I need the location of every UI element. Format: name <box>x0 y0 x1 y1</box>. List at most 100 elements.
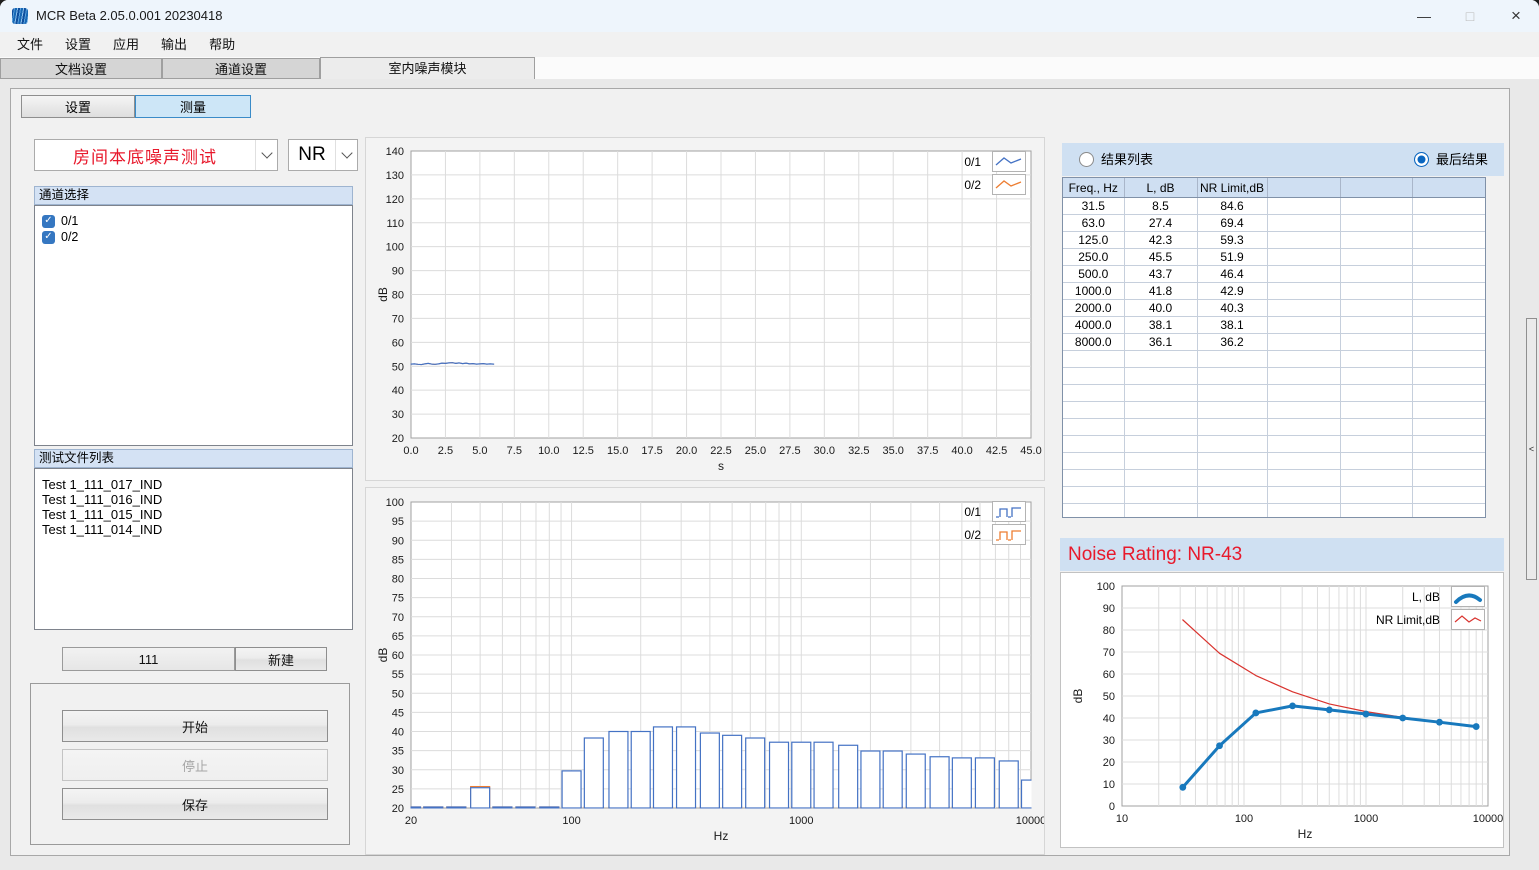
tab-document-settings[interactable]: 文档设置 <box>0 58 162 79</box>
menu-application[interactable]: 应用 <box>102 32 150 57</box>
svg-text:100: 100 <box>386 242 404 254</box>
window-title: MCR Beta 2.05.0.001 20230418 <box>36 0 222 32</box>
svg-text:10.0: 10.0 <box>538 445 559 457</box>
col-freq: Freq., Hz <box>1063 178 1124 198</box>
list-item[interactable]: Test 1_111_017_IND <box>35 477 352 492</box>
result-mode-strip: 结果列表 最后结果 <box>1062 143 1504 176</box>
noise-rating-chart[interactable]: 010203040506070809010010100100010000HzdB… <box>1060 572 1504 848</box>
legend-step-icon <box>992 501 1026 522</box>
legend-row: 0/1 <box>964 151 1026 172</box>
rating-type-value: NR <box>289 140 335 170</box>
svg-text:s: s <box>718 459 724 473</box>
svg-text:80: 80 <box>392 574 404 586</box>
channel-checkbox[interactable]: ✓ <box>42 231 55 244</box>
combo-dropdown-button[interactable] <box>255 140 277 170</box>
channel-list[interactable]: ✓ 0/1 ✓ 0/2 <box>34 205 353 446</box>
menu-settings[interactable]: 设置 <box>54 32 102 57</box>
tab-strip: 文档设置 通道设置 室内噪声模块 <box>0 57 1539 79</box>
radio-result-list[interactable] <box>1079 152 1094 167</box>
title-bar: MCR Beta 2.05.0.001 20230418 — □ × <box>0 0 1539 32</box>
svg-text:22.5: 22.5 <box>710 445 731 457</box>
svg-text:30: 30 <box>1103 735 1115 747</box>
time-history-chart[interactable]: 20304050607080901001101201301400.02.55.0… <box>365 137 1045 481</box>
menu-file[interactable]: 文件 <box>6 32 54 57</box>
svg-text:dB: dB <box>1071 689 1085 704</box>
svg-text:Hz: Hz <box>714 829 729 843</box>
svg-text:25.0: 25.0 <box>745 445 766 457</box>
legend-row: NR Limit,dB <box>1376 609 1485 630</box>
svg-text:10000: 10000 <box>1473 813 1503 825</box>
legend-row: L, dB <box>1376 586 1485 607</box>
table-row[interactable]: 500.043.746.4 <box>1063 266 1486 283</box>
new-button[interactable]: 新建 <box>235 647 327 671</box>
svg-text:5.0: 5.0 <box>472 445 487 457</box>
list-item[interactable]: Test 1_111_016_IND <box>35 492 352 507</box>
combo-dropdown-button[interactable] <box>335 140 357 170</box>
save-button[interactable]: 保存 <box>62 788 328 820</box>
svg-text:Hz: Hz <box>1298 827 1313 841</box>
svg-text:32.5: 32.5 <box>848 445 869 457</box>
table-row[interactable]: 8000.036.136.2 <box>1063 334 1486 351</box>
legend-label: 0/2 <box>964 178 981 192</box>
maximize-button[interactable]: □ <box>1447 0 1493 32</box>
channel-label: 0/2 <box>61 230 78 244</box>
start-button[interactable]: 开始 <box>62 710 328 742</box>
menu-bar: 文件 设置 应用 输出 帮助 <box>0 32 1539 57</box>
legend-row: 0/2 <box>964 174 1026 195</box>
table-row[interactable]: 2000.040.040.3 <box>1063 300 1486 317</box>
channel-row[interactable]: ✓ 0/1 <box>35 213 352 229</box>
svg-text:65: 65 <box>392 631 404 643</box>
files-section-header: 测试文件列表 <box>34 449 353 468</box>
legend-thin-zigzag-icon <box>1451 609 1485 630</box>
svg-text:20.0: 20.0 <box>676 445 697 457</box>
svg-text:15.0: 15.0 <box>607 445 628 457</box>
svg-text:100: 100 <box>562 815 580 827</box>
legend-zigzag-icon <box>992 151 1026 172</box>
test-type-combobox[interactable]: 房间本底噪声测试 <box>34 139 278 171</box>
panel-collapse-handle[interactable]: < <box>1526 318 1537 580</box>
tab-channel-settings[interactable]: 通道设置 <box>162 58 320 79</box>
tab-room-noise-module[interactable]: 室内噪声模块 <box>320 57 535 79</box>
list-item[interactable]: Test 1_111_014_IND <box>35 522 352 537</box>
session-name-field[interactable]: 111 <box>62 647 235 671</box>
svg-text:70: 70 <box>392 313 404 325</box>
spectrum-chart[interactable]: 2025303540455055606570758085909510020100… <box>365 487 1045 855</box>
table-row[interactable]: 1000.041.842.9 <box>1063 283 1486 300</box>
chevron-down-icon <box>341 147 352 158</box>
rating-type-combobox[interactable]: NR <box>288 139 358 171</box>
menu-output[interactable]: 输出 <box>150 32 198 57</box>
subtab-settings[interactable]: 设置 <box>21 95 135 118</box>
svg-text:30: 30 <box>392 765 404 777</box>
legend-step-icon <box>992 524 1026 545</box>
radio-last-result[interactable] <box>1414 152 1429 167</box>
table-row[interactable]: 250.045.551.9 <box>1063 249 1486 266</box>
legend-thick-arc-icon <box>1451 586 1485 607</box>
table-row-empty <box>1063 453 1486 470</box>
channel-checkbox[interactable]: ✓ <box>42 215 55 228</box>
svg-text:70: 70 <box>392 612 404 624</box>
svg-text:17.5: 17.5 <box>641 445 662 457</box>
table-row-empty <box>1063 487 1486 504</box>
subtab-measure[interactable]: 测量 <box>135 95 251 118</box>
menu-help[interactable]: 帮助 <box>198 32 246 57</box>
channel-row[interactable]: ✓ 0/2 <box>35 229 352 245</box>
table-row[interactable]: 125.042.359.3 <box>1063 232 1486 249</box>
svg-text:7.5: 7.5 <box>507 445 522 457</box>
list-item[interactable]: Test 1_111_015_IND <box>35 507 352 522</box>
svg-text:100: 100 <box>386 497 404 509</box>
svg-text:75: 75 <box>392 593 404 605</box>
close-button[interactable]: × <box>1493 0 1539 32</box>
test-file-list[interactable]: Test 1_111_017_IND Test 1_111_016_IND Te… <box>34 468 353 630</box>
table-row[interactable]: 4000.038.138.1 <box>1063 317 1486 334</box>
chart-legend: 0/10/2 <box>964 501 1026 545</box>
table-row[interactable]: 63.027.469.4 <box>1063 215 1486 232</box>
svg-text:90: 90 <box>1103 603 1115 615</box>
svg-text:40: 40 <box>1103 713 1115 725</box>
minimize-button[interactable]: — <box>1401 0 1447 32</box>
table-row[interactable]: 31.58.584.6 <box>1063 198 1486 215</box>
results-table: Freq., Hz L, dB NR Limit,dB 31.58.584.6 … <box>1063 178 1486 518</box>
svg-text:50: 50 <box>1103 691 1115 703</box>
svg-text:140: 140 <box>386 146 404 158</box>
results-table-wrap[interactable]: Freq., Hz L, dB NR Limit,dB 31.58.584.6 … <box>1062 177 1486 518</box>
svg-text:55: 55 <box>392 669 404 681</box>
